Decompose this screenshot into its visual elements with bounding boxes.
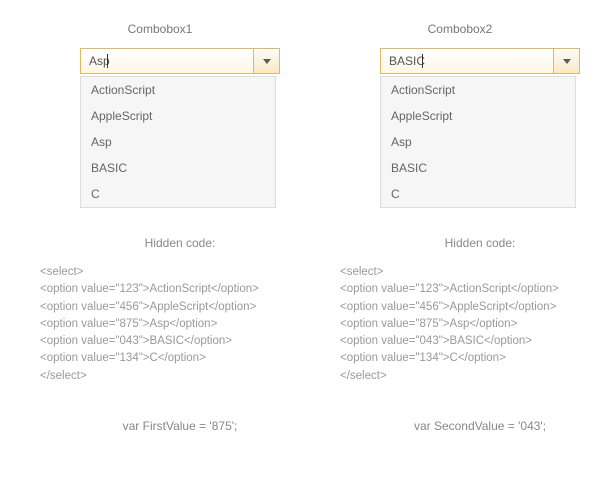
- combobox1-option[interactable]: C: [81, 181, 275, 207]
- combobox1-option[interactable]: ActionScript: [81, 77, 275, 103]
- combobox2-hidden-code: <select> <option value="123">ActionScrip…: [340, 264, 580, 385]
- combobox1-var-line: var FirstValue = '875';: [60, 419, 300, 433]
- hidden-code-label: Hidden code:: [60, 236, 300, 250]
- combobox1-title: Combobox1: [40, 22, 220, 36]
- combobox2-var-line: var SecondValue = '043';: [360, 419, 600, 433]
- combobox2-option[interactable]: AppleScript: [381, 103, 575, 129]
- combobox1-column: Combobox1 ActionScript AppleScript Asp B…: [0, 22, 300, 433]
- combobox2-column: Combobox2 ActionScript AppleScript Asp B…: [300, 22, 600, 433]
- combobox2-title: Combobox2: [340, 22, 520, 36]
- triangle-down-icon: [563, 59, 571, 64]
- combobox2-dropdown: ActionScript AppleScript Asp BASIC C: [380, 76, 576, 208]
- combobox2-option[interactable]: BASIC: [381, 155, 575, 181]
- combobox1-toggle-button[interactable]: [254, 48, 280, 74]
- combobox2-option[interactable]: ActionScript: [381, 77, 575, 103]
- combobox1-hidden-code: <select> <option value="123">ActionScrip…: [40, 264, 280, 385]
- combobox2-option[interactable]: C: [381, 181, 575, 207]
- combobox2: [380, 48, 580, 74]
- combobox2-input[interactable]: [380, 48, 554, 74]
- combobox1-option[interactable]: AppleScript: [81, 103, 275, 129]
- hidden-code-label: Hidden code:: [360, 236, 600, 250]
- combobox2-option[interactable]: Asp: [381, 129, 575, 155]
- combobox1-dropdown: ActionScript AppleScript Asp BASIC C: [80, 76, 276, 208]
- triangle-down-icon: [263, 59, 271, 64]
- combobox1-option[interactable]: Asp: [81, 129, 275, 155]
- combobox1: [80, 48, 280, 74]
- text-caret: [422, 54, 423, 68]
- combobox2-toggle-button[interactable]: [554, 48, 580, 74]
- combobox1-option[interactable]: BASIC: [81, 155, 275, 181]
- text-caret: [107, 54, 108, 68]
